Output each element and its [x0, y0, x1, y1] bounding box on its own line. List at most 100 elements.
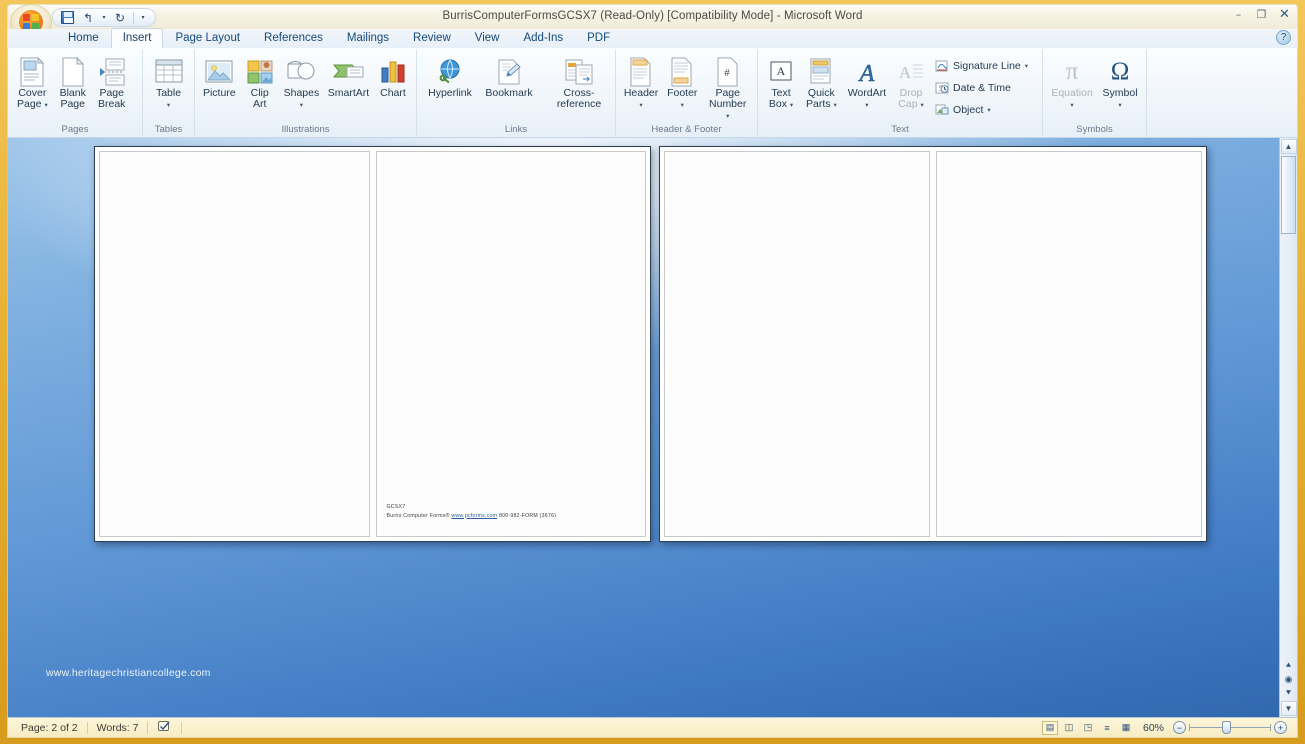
bookmark-icon — [495, 55, 523, 88]
footer-label: Footer — [667, 87, 697, 99]
status-bar-right: ▤ ◫ ◳ ≡ ▦ 60% − + — [1042, 721, 1293, 735]
symbol-button[interactable]: Ω Symbol ▾ — [1098, 52, 1142, 112]
ribbon-group-tables: Table ▾ Tables — [143, 50, 195, 137]
page-break-button[interactable]: Page Break — [93, 52, 131, 111]
text-box-button[interactable]: A Text Box ▾ — [762, 52, 800, 112]
svg-text:#: # — [724, 67, 730, 79]
footer-button[interactable]: Footer ▾ — [663, 52, 701, 112]
tab-pdf[interactable]: PDF — [575, 28, 622, 48]
document-page-4[interactable] — [936, 151, 1202, 537]
smartart-button[interactable]: SmartArt — [324, 52, 373, 100]
print-layout-icon: ▤ — [1046, 722, 1055, 733]
proofing-errors-button[interactable] — [148, 720, 181, 736]
customize-quick-access-toolbar-button[interactable]: ▾ — [138, 10, 148, 26]
zoom-in-button[interactable]: + — [1274, 721, 1287, 734]
window-title: BurrisComputerFormsGCSX7 (Read-Only) [Co… — [8, 10, 1297, 22]
print-layout-view-button[interactable]: ▤ — [1042, 721, 1058, 735]
double-chevron-down-icon: ⯆ — [1285, 688, 1292, 699]
web-layout-icon: ◳ — [1084, 722, 1093, 733]
zoom-out-button[interactable]: − — [1173, 721, 1186, 734]
tab-view[interactable]: View — [463, 28, 512, 48]
tab-references[interactable]: References — [252, 28, 335, 48]
header-icon — [628, 55, 654, 88]
wordart-button[interactable]: A WordArt ▾ — [843, 52, 891, 112]
bookmark-label: Bookmark — [485, 87, 532, 99]
next-page-button[interactable]: ⯆ — [1281, 686, 1297, 700]
shapes-label: Shapes — [284, 87, 320, 99]
save-button[interactable] — [58, 10, 76, 26]
vertical-scrollbar[interactable]: ▲ ⯅ ◉ ⯆ ▼ — [1279, 138, 1297, 717]
cover-page-button[interactable]: Cover Page ▾ — [12, 52, 53, 112]
page-indicator[interactable]: Page: 2 of 2 — [12, 722, 87, 734]
redo-icon: ↻ — [115, 11, 125, 25]
bookmark-button[interactable]: Bookmark — [480, 52, 538, 100]
scroll-down-button[interactable]: ▼ — [1281, 701, 1297, 716]
scrollbar-track[interactable] — [1280, 235, 1297, 658]
full-screen-reading-icon: ◫ — [1065, 722, 1074, 733]
chart-button[interactable]: Chart — [374, 52, 412, 100]
page-spread-2[interactable] — [659, 146, 1207, 542]
undo-dropdown[interactable]: ▾ — [100, 10, 108, 26]
blank-page-button[interactable]: Blank Page — [54, 52, 92, 111]
ribbon: Cover Page ▾ Blank Page — [7, 48, 1298, 138]
table-label: Table — [156, 87, 181, 99]
clip-art-button[interactable]: Clip Art — [241, 52, 279, 111]
date-time-button[interactable]: 5 Date & Time — [931, 78, 1033, 97]
select-browse-object-button[interactable]: ◉ — [1281, 672, 1297, 686]
cover-page-icon — [19, 55, 45, 88]
document-page-2[interactable]: GCSX7 Burris Computer Forms® www.pcforms… — [376, 151, 647, 537]
header-button[interactable]: Header ▾ — [620, 52, 662, 112]
shapes-button[interactable]: Shapes ▾ — [280, 52, 323, 112]
page-number-button[interactable]: # Page Number ▾ — [702, 52, 753, 123]
drop-cap-icon: A — [897, 55, 925, 88]
table-button[interactable]: Table ▾ — [149, 52, 189, 112]
undo-button[interactable]: ↰ — [79, 10, 97, 26]
tab-add-ins[interactable]: Add-Ins — [511, 28, 575, 48]
drop-cap-button[interactable]: A Drop Cap ▾ — [892, 52, 930, 112]
zoom-slider-thumb[interactable] — [1222, 721, 1231, 734]
symbol-label: Symbol — [1103, 87, 1138, 99]
proofing-errors-icon — [157, 720, 172, 733]
page-footer-text: GCSX7 Burris Computer Forms® www.pcforms… — [387, 504, 557, 520]
document-page-3[interactable] — [664, 151, 930, 537]
tab-insert[interactable]: Insert — [111, 28, 164, 48]
quick-parts-label-line2: Parts — [806, 98, 831, 110]
help-button[interactable]: ? — [1276, 30, 1291, 45]
cross-reference-button[interactable]: Cross-reference — [539, 52, 619, 111]
table-icon — [154, 55, 184, 88]
quick-parts-button[interactable]: Quick Parts ▾ — [801, 52, 842, 112]
signature-line-button[interactable]: Signature Line ▾ — [931, 56, 1033, 75]
ribbon-group-label-links: Links — [421, 124, 611, 137]
object-button[interactable]: Object ▾ — [931, 100, 1033, 119]
picture-button[interactable]: Picture — [199, 52, 240, 100]
tab-mailings[interactable]: Mailings — [335, 28, 401, 48]
web-layout-view-button[interactable]: ◳ — [1080, 721, 1096, 735]
chevron-down-icon: ▾ — [1118, 100, 1121, 111]
page-spread-1[interactable]: GCSX7 Burris Computer Forms® www.pcforms… — [94, 146, 651, 542]
title-bar: ↰ ▾ ↻ ▾ BurrisComputerFormsGCSX7 (Read-O… — [7, 4, 1298, 29]
scrollbar-thumb[interactable] — [1281, 156, 1296, 234]
tab-page-layout[interactable]: Page Layout — [163, 28, 252, 48]
previous-page-button[interactable]: ⯅ — [1281, 658, 1297, 672]
document-page-1[interactable] — [99, 151, 370, 537]
minimize-button[interactable]: – — [1230, 7, 1247, 21]
company-name-text: Burris Computer Forms® — [387, 513, 452, 519]
outline-view-button[interactable]: ≡ — [1099, 721, 1115, 735]
svg-text:A: A — [858, 61, 875, 86]
tab-review[interactable]: Review — [401, 28, 463, 48]
close-button[interactable]: ✕ — [1276, 7, 1293, 21]
full-screen-reading-view-button[interactable]: ◫ — [1061, 721, 1077, 735]
hyperlink-button[interactable]: Hyperlink — [421, 52, 479, 100]
equation-button[interactable]: π Equation ▾ — [1047, 52, 1097, 112]
pcforms-link[interactable]: www.pcforms.com — [451, 513, 497, 519]
cover-page-label-line2: Page — [17, 98, 42, 110]
chart-icon — [378, 55, 408, 88]
scroll-up-button[interactable]: ▲ — [1281, 139, 1297, 154]
restore-button[interactable]: ❐ — [1253, 7, 1270, 21]
zoom-slider[interactable] — [1189, 721, 1271, 734]
word-count[interactable]: Words: 7 — [88, 722, 148, 734]
tab-home[interactable]: Home — [56, 28, 111, 48]
zoom-level[interactable]: 60% — [1137, 722, 1170, 734]
draft-view-button[interactable]: ▦ — [1118, 721, 1134, 735]
redo-button[interactable]: ↻ — [111, 10, 129, 26]
